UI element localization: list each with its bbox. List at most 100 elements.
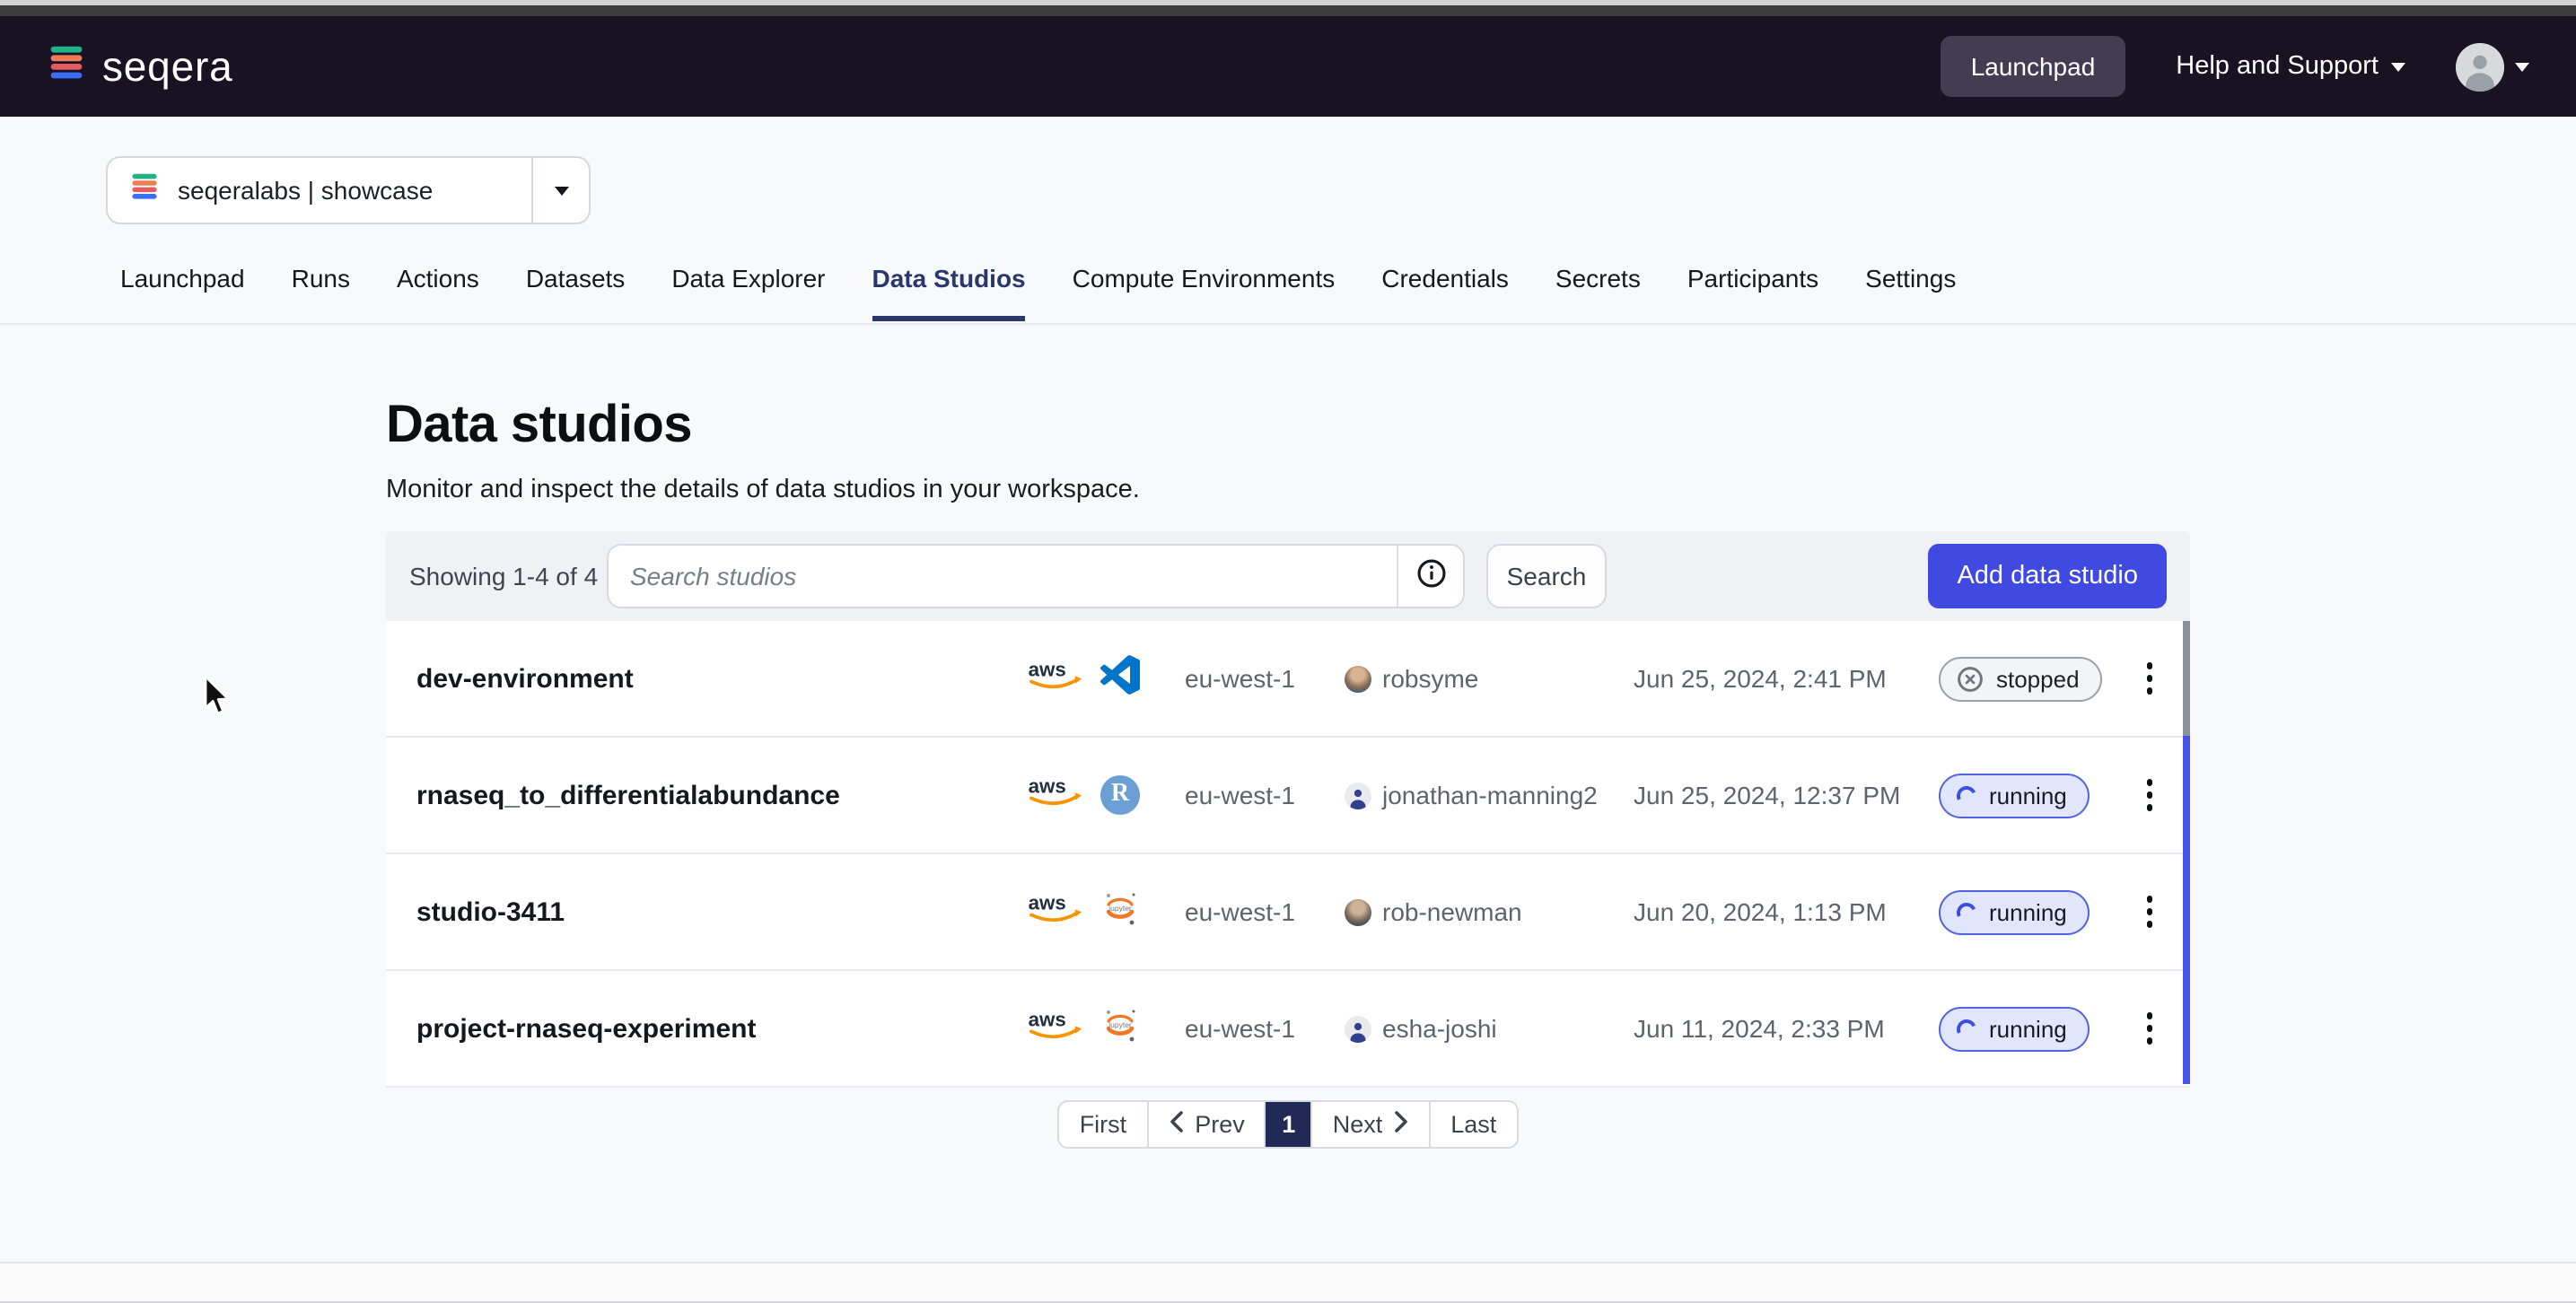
search-field bbox=[607, 544, 1465, 608]
tab-compute-environments[interactable]: Compute Environments bbox=[1073, 264, 1336, 321]
studios-table-body: dev-environment aws eu-west-1 robsymeJun 25… bbox=[386, 621, 2190, 1088]
chevron-down-icon bbox=[2515, 62, 2529, 71]
studio-status-cell: running bbox=[1930, 889, 2109, 934]
pagination-last-button[interactable]: Last bbox=[1431, 1102, 1516, 1147]
studio-platform-icons: aws bbox=[1009, 654, 1158, 703]
studio-owner: esha-joshi bbox=[1337, 1014, 1634, 1043]
svg-text:jupyter: jupyter bbox=[1108, 1019, 1132, 1028]
studio-region: eu-west-1 bbox=[1158, 1014, 1337, 1043]
studio-owner: rob-newman bbox=[1337, 897, 1634, 926]
studio-owner: robsyme bbox=[1337, 664, 1634, 693]
table-row[interactable]: dev-environmentawseu-west-1robsymeJun 25… bbox=[386, 621, 2190, 738]
search-input[interactable] bbox=[609, 546, 1397, 607]
help-label: Help and Support bbox=[2176, 52, 2379, 81]
search-info-button[interactable] bbox=[1398, 546, 1463, 607]
browser-chrome-dark-strip bbox=[0, 5, 2576, 16]
search-button[interactable]: Search bbox=[1486, 544, 1607, 608]
svg-text:aws: aws bbox=[1029, 1008, 1066, 1030]
tab-participants[interactable]: Participants bbox=[1687, 264, 1818, 321]
studio-region: eu-west-1 bbox=[1158, 897, 1337, 926]
user-avatar-icon bbox=[1345, 782, 1371, 809]
row-menu-button[interactable] bbox=[2109, 773, 2190, 818]
tab-credentials[interactable]: Credentials bbox=[1381, 264, 1509, 321]
row-menu-button[interactable] bbox=[2109, 656, 2190, 702]
studio-name[interactable]: dev-environment bbox=[416, 663, 1009, 694]
studio-name[interactable]: rnaseq_to_differentialabundance bbox=[416, 780, 1009, 810]
tab-launchpad[interactable]: Launchpad bbox=[120, 264, 245, 321]
info-icon bbox=[1415, 558, 1446, 594]
aws-logo-icon: aws bbox=[1027, 656, 1086, 701]
app-root: seqera Launchpad Help and Support bbox=[0, 0, 2576, 1303]
help-and-support-menu[interactable]: Help and Support bbox=[2176, 52, 2405, 81]
seqera-logo[interactable]: seqera bbox=[47, 42, 232, 91]
jupyter-icon: jupyter bbox=[1100, 1004, 1140, 1053]
aws-logo-icon: aws bbox=[1027, 889, 1086, 934]
studio-platform-icons: aws jupyter bbox=[1009, 1004, 1158, 1053]
studio-platform-icons: aws jupyter bbox=[1009, 888, 1158, 936]
chevron-left-icon bbox=[1168, 1111, 1184, 1138]
seqera-mark-icon bbox=[129, 171, 160, 209]
studios-card: Showing 1-4 of 4 Search bbox=[386, 531, 2190, 1088]
workspace-selector[interactable]: seqeralabs | showcase bbox=[106, 156, 591, 224]
status-badge-running: running bbox=[1939, 1006, 2090, 1051]
jupyter-icon: jupyter bbox=[1100, 888, 1140, 936]
scrollbar-thumb[interactable] bbox=[2183, 621, 2190, 736]
user-avatar-photo bbox=[1345, 898, 1371, 925]
workspace-dropdown-button[interactable] bbox=[533, 158, 589, 223]
aws-logo-icon: aws bbox=[1027, 773, 1086, 818]
row-menu-button[interactable] bbox=[2109, 1006, 2190, 1052]
table-row[interactable]: project-rnaseq-experiment aws jupyter eu-we… bbox=[386, 971, 2190, 1088]
kebab-menu-icon bbox=[2140, 1006, 2160, 1052]
tab-actions[interactable]: Actions bbox=[397, 264, 479, 321]
user-avatar-icon bbox=[1345, 1015, 1371, 1042]
add-data-studio-button[interactable]: Add data studio bbox=[1928, 544, 2167, 608]
studio-platform-icons: aws R bbox=[1009, 773, 1158, 818]
chevron-down-icon bbox=[554, 186, 568, 195]
svg-text:aws: aws bbox=[1029, 658, 1066, 680]
tab-settings[interactable]: Settings bbox=[1865, 264, 1956, 321]
kebab-menu-icon bbox=[2140, 889, 2160, 935]
spinner-icon bbox=[1954, 783, 1979, 808]
launchpad-button[interactable]: Launchpad bbox=[1941, 36, 2126, 97]
table-row[interactable]: studio-3411 aws jupyter eu-west-1rob-newman… bbox=[386, 854, 2190, 971]
pagination-current-page[interactable]: 1 bbox=[1266, 1102, 1313, 1147]
user-menu[interactable] bbox=[2456, 42, 2529, 91]
table-scrollbar[interactable] bbox=[2183, 621, 2190, 1084]
svg-text:aws: aws bbox=[1029, 891, 1066, 914]
tab-data-explorer[interactable]: Data Explorer bbox=[671, 264, 825, 321]
kebab-menu-icon bbox=[2140, 773, 2160, 818]
pagination: First Prev 1 Next Last bbox=[386, 1100, 2190, 1149]
studio-status-cell: running bbox=[1930, 1006, 2109, 1051]
footer bbox=[0, 1264, 2576, 1301]
stopped-x-circle-icon bbox=[1957, 665, 1984, 692]
workspace-selector-main[interactable]: seqeralabs | showcase bbox=[108, 158, 531, 223]
status-badge-running: running bbox=[1939, 773, 2090, 818]
scrollbar-track-accent bbox=[2183, 736, 2190, 1084]
tab-data-studios[interactable]: Data Studios bbox=[872, 264, 1026, 321]
pagination-prev-button[interactable]: Prev bbox=[1148, 1102, 1266, 1147]
studio-name[interactable]: studio-3411 bbox=[416, 896, 1009, 927]
rstudio-icon: R bbox=[1100, 775, 1140, 815]
user-avatar-photo bbox=[1345, 665, 1371, 692]
kebab-menu-icon bbox=[2140, 656, 2160, 702]
chevron-down-icon bbox=[2391, 62, 2405, 71]
tab-datasets[interactable]: Datasets bbox=[526, 264, 626, 321]
pagination-first-label: First bbox=[1080, 1111, 1127, 1138]
table-row[interactable]: rnaseq_to_differentialabundanceawsReu-we… bbox=[386, 738, 2190, 854]
tab-runs[interactable]: Runs bbox=[292, 264, 350, 321]
results-count: Showing 1-4 of 4 bbox=[409, 562, 607, 590]
studio-date: Jun 25, 2024, 2:41 PM bbox=[1634, 664, 1930, 693]
pagination-prev-label: Prev bbox=[1195, 1111, 1245, 1138]
studio-name[interactable]: project-rnaseq-experiment bbox=[416, 1013, 1009, 1044]
vscode-icon bbox=[1100, 654, 1140, 703]
pagination-next-button[interactable]: Next bbox=[1313, 1102, 1432, 1147]
studio-date: Jun 11, 2024, 2:33 PM bbox=[1634, 1014, 1930, 1043]
tab-secrets[interactable]: Secrets bbox=[1555, 264, 1641, 321]
studio-status-cell: stopped bbox=[1930, 656, 2109, 701]
brand-wordmark: seqera bbox=[102, 42, 232, 91]
row-menu-button[interactable] bbox=[2109, 889, 2190, 935]
aws-logo-icon: aws bbox=[1027, 1006, 1086, 1051]
pagination-first-button[interactable]: First bbox=[1060, 1102, 1149, 1147]
page-content: Data studios Monitor and inspect the det… bbox=[0, 325, 2576, 1262]
pagination-next-label: Next bbox=[1333, 1111, 1383, 1138]
